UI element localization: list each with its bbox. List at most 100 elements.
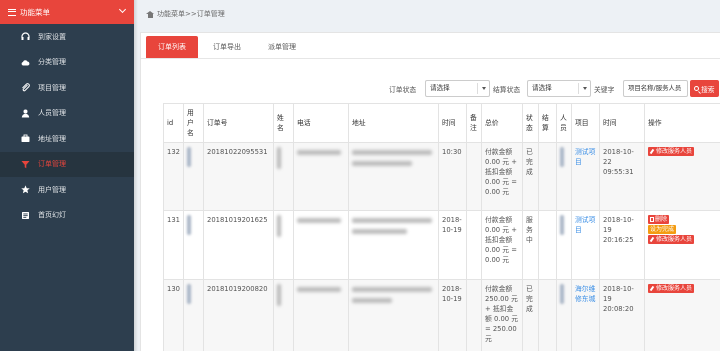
sidebar-item-label: 用户管理 — [38, 185, 66, 194]
cell-total: 付款金额 0.00 元 + 抵扣金额 0.00 元 = 0.00 元 — [481, 142, 523, 211]
cell-status: 服务中 — [522, 210, 539, 280]
tab-order-export[interactable]: 订单导出 — [201, 36, 253, 58]
cell-address — [348, 210, 439, 280]
redacted-staff — [560, 147, 564, 167]
edit-staff-button[interactable]: 修改服务人员 — [648, 235, 695, 244]
redacted-phone — [297, 150, 341, 155]
col-total: 总价 — [481, 103, 523, 143]
col-staff: 人员 — [556, 103, 572, 143]
home-icon — [146, 10, 154, 18]
redacted-address — [352, 161, 412, 166]
sidebar-item-home-settings[interactable]: 到家设置 — [0, 24, 134, 50]
col-address: 地址 — [348, 103, 439, 143]
col-order-no: 订单号 — [203, 103, 274, 143]
redacted-address — [352, 229, 407, 234]
breadcrumb-text: 功能菜单>>订单管理 — [157, 10, 225, 18]
cell-username — [183, 210, 204, 280]
filter-bar: 订单状态 请选择 结算状态 请选择 关键字 项目名称/服务人员 搜索 — [141, 79, 720, 99]
cell-project: 海尔维修东城 — [571, 279, 600, 351]
edit-icon — [650, 149, 655, 154]
sidebar-item-slides[interactable]: 首页幻灯 — [0, 203, 134, 229]
cell-created: 2018-10-22 09:55:31 — [599, 142, 645, 211]
tab-order-list[interactable]: 订单列表 — [146, 36, 198, 58]
mark-complete-button[interactable]: 设为完成 — [648, 225, 677, 234]
redacted-address — [352, 218, 432, 223]
cell-remark — [466, 210, 482, 280]
sidebar-item-addresses[interactable]: 地址管理 — [0, 126, 134, 152]
edit-staff-button[interactable]: 修改服务人员 — [648, 147, 695, 156]
project-link[interactable]: 测试项目 — [575, 148, 595, 166]
cell-created: 2018-10-19 20:16:25 — [599, 210, 645, 280]
cell-username — [183, 142, 204, 211]
sidebar-item-staff[interactable]: 人员管理 — [0, 101, 134, 127]
col-settle: 结算 — [538, 103, 557, 143]
cell-staff — [556, 279, 572, 351]
cell-project: 测试项目 — [571, 210, 600, 280]
menu-icon — [8, 8, 16, 16]
keyword-input[interactable]: 项目名称/服务人员 — [623, 80, 688, 97]
cell-actions: 删除 设为完成 修改服务人员 — [644, 210, 720, 280]
redacted-name — [277, 215, 281, 237]
action-label: 删除 — [655, 216, 668, 223]
headset-icon — [21, 32, 30, 41]
redacted-username — [187, 215, 191, 235]
sidebar-item-orders[interactable]: 订单管理 — [0, 151, 134, 177]
project-link[interactable]: 测试项目 — [575, 216, 595, 234]
orders-table: id 用户名 订单号 姓名 电话 地址 时间 备注 总价 状态 结算 人员 项目… — [163, 103, 720, 351]
caret-down-icon — [583, 87, 587, 90]
col-id: id — [163, 103, 184, 143]
col-status: 状态 — [522, 103, 539, 143]
action-label: 设为完成 — [650, 226, 675, 233]
cell-id: 131 — [163, 210, 184, 280]
redacted-address — [352, 150, 432, 155]
cell-order-no: 20181019200820 — [203, 279, 274, 351]
caret-down-icon — [482, 87, 486, 90]
cell-actions: 修改服务人员 — [644, 279, 720, 351]
cell-username — [183, 279, 204, 351]
edit-staff-button[interactable]: 修改服务人员 — [648, 284, 695, 293]
select-divider — [477, 83, 478, 94]
sidebar-item-categories[interactable]: 分类管理 — [0, 50, 134, 76]
orders-table-wrapper: id 用户名 订单号 姓名 电话 地址 时间 备注 总价 状态 结算 人员 项目… — [163, 103, 720, 351]
sidebar-item-label: 人员管理 — [38, 109, 66, 118]
cell-phone — [293, 279, 349, 351]
cell-time: 2018-10-19 — [438, 279, 467, 351]
cell-staff — [556, 142, 572, 211]
keyword-placeholder: 项目名称/服务人员 — [628, 84, 682, 92]
redacted-name — [277, 284, 281, 306]
cell-phone — [293, 142, 349, 211]
sidebar-header[interactable]: 功能菜单 — [0, 0, 134, 24]
paperclip-icon — [21, 83, 30, 92]
tab-bar: 订单列表 订单导出 派单管理 — [141, 33, 720, 59]
cell-remark — [466, 279, 482, 351]
select-divider — [578, 83, 579, 94]
delete-button[interactable]: 删除 — [648, 215, 670, 224]
order-status-value: 请选择 — [430, 84, 450, 92]
search-button[interactable]: 搜索 — [690, 80, 719, 97]
briefcase-icon — [21, 134, 30, 143]
sidebar-item-users[interactable]: 用户管理 — [0, 177, 134, 203]
redacted-address — [352, 298, 392, 303]
cell-created: 2018-10-19 20:08:20 — [599, 279, 645, 351]
edit-icon — [650, 237, 655, 242]
cloud-icon — [21, 58, 30, 67]
cell-order-no: 20181022095531 — [203, 142, 274, 211]
order-status-select[interactable]: 请选择 — [425, 80, 490, 97]
sidebar: 功能菜单 到家设置 分类管理 项目管理 人员管理 地址管理 订单管理 用户管理 … — [0, 0, 134, 351]
action-label: 修改服务人员 — [656, 148, 693, 155]
table-row: 130 20181019200820 2018-10-19 付款金额 250.0… — [163, 279, 720, 351]
cell-status: 已完成 — [522, 279, 539, 351]
cell-status: 已完成 — [522, 142, 539, 211]
redacted-phone — [297, 287, 341, 292]
settle-status-select[interactable]: 请选择 — [527, 80, 591, 97]
chevron-down-icon — [118, 5, 127, 14]
edit-icon — [650, 286, 655, 291]
col-created: 时间 — [599, 103, 645, 143]
cell-settle — [538, 279, 557, 351]
cell-staff — [556, 210, 572, 280]
tab-dispatch[interactable]: 派单管理 — [256, 36, 308, 58]
sidebar-item-projects[interactable]: 项目管理 — [0, 75, 134, 101]
project-link[interactable]: 海尔维修东城 — [575, 285, 595, 303]
filter-icon — [21, 160, 30, 169]
settle-status-label: 结算状态 — [493, 86, 521, 94]
